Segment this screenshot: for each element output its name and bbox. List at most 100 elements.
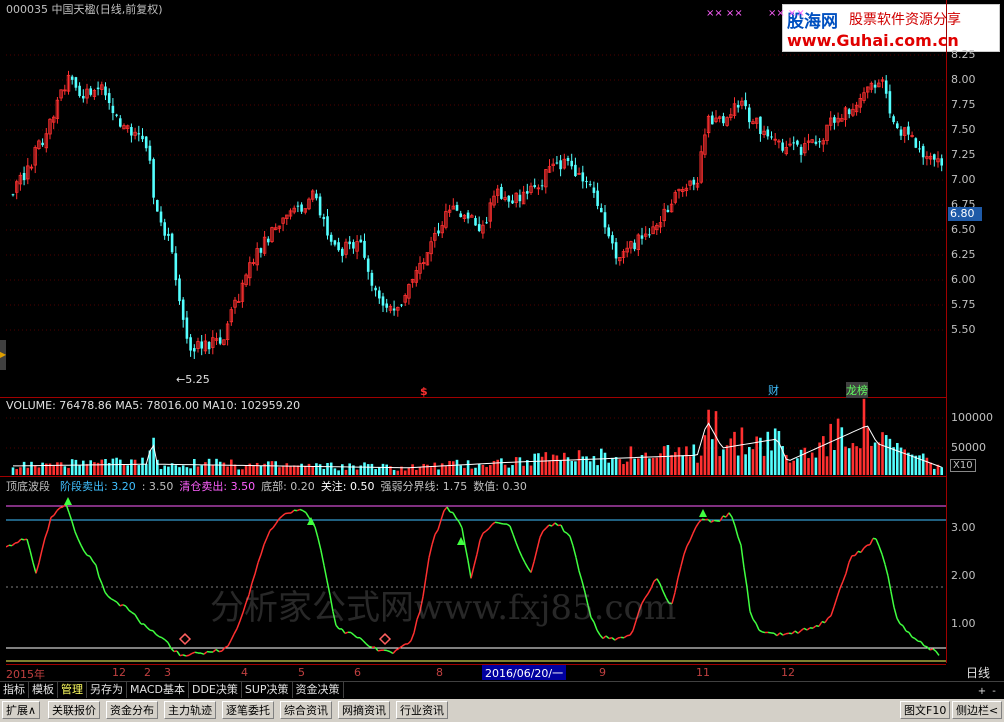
date-axis[interactable]: 2016/06/20/一 2015年 12 2 3 4 5 6 8 9 11 12	[6, 664, 946, 681]
date-axis-label: 9	[599, 666, 606, 679]
volume-bar	[810, 452, 814, 475]
bottom-toolbar-button[interactable]: 扩展∧	[2, 701, 41, 719]
volume-bar	[925, 457, 929, 475]
volume-bar	[289, 465, 292, 475]
volume-bar	[881, 432, 884, 475]
bottom-signal-marker	[378, 632, 392, 646]
volume-bar	[873, 442, 877, 475]
indicator-line-segment	[89, 555, 94, 562]
candle-body	[796, 140, 799, 145]
indicator-line-segment	[860, 547, 865, 553]
candle-body	[207, 341, 211, 350]
indicator-line-segment	[425, 557, 430, 578]
expand-arrow-icon[interactable]: ▶	[0, 350, 6, 359]
indicator-line-segment	[542, 527, 547, 532]
indicator-line-segment	[842, 573, 847, 582]
candle-body	[921, 146, 925, 158]
zoom-out-button[interactable]: -	[988, 686, 1000, 698]
candle-body	[940, 158, 943, 166]
candle-body	[170, 233, 174, 253]
candle-body	[500, 186, 503, 199]
volume-bar	[907, 452, 910, 475]
candle-body	[466, 212, 470, 219]
volume-bar	[822, 436, 825, 475]
volume-bar	[200, 465, 203, 475]
indicator-line-segment	[389, 650, 394, 655]
toolbar-button[interactable]: DDE决策	[189, 682, 242, 698]
candle-body	[296, 205, 300, 207]
indicator-line-segment	[695, 521, 700, 528]
indicator-line-segment	[848, 555, 853, 563]
price-candlestick-chart[interactable]	[6, 0, 946, 397]
volume-bar	[119, 459, 122, 475]
bottom-toolbar-button[interactable]: 网摘资讯	[338, 701, 390, 719]
indicator-axis-label: 1.00	[951, 617, 976, 630]
candle-body	[348, 241, 351, 245]
volume-bar	[651, 457, 655, 475]
volume-bar	[792, 460, 795, 475]
low-price-marker: ←5.25	[176, 373, 210, 386]
candle-body	[533, 185, 536, 188]
volume-bar	[847, 448, 851, 475]
indicator-line-segment	[755, 623, 760, 631]
bottom-toolbar-button[interactable]: 逐笔委托	[222, 701, 274, 719]
volume-bar	[666, 445, 670, 475]
volume-bar	[244, 466, 248, 475]
date-axis-label: 2	[144, 666, 151, 679]
indicator-line-segment	[551, 522, 556, 527]
candle-body	[359, 239, 363, 243]
toolbar-button[interactable]: 模板	[29, 682, 58, 698]
toolbar-button[interactable]: 管理	[58, 682, 87, 698]
bottom-toolbar-button[interactable]: 主力轨迹	[164, 701, 216, 719]
date-axis-label: 3	[164, 666, 171, 679]
volume-bar	[703, 435, 707, 475]
candle-body	[781, 142, 784, 151]
dragon-tiger-marker[interactable]: 龙榜	[846, 382, 868, 398]
finance-marker[interactable]: 财	[768, 382, 779, 398]
bottom-toolbar-button[interactable]: 关联报价	[48, 701, 100, 719]
indicator-line-segment	[281, 513, 286, 517]
indicator-line-segment	[734, 525, 739, 538]
volume-bar	[548, 460, 551, 475]
indicator-line-segment	[746, 587, 751, 612]
volume-bar	[218, 461, 222, 475]
indicator-line-segment	[575, 557, 580, 571]
volume-bar	[489, 465, 492, 475]
f10-info-button[interactable]: 图文F10	[900, 701, 951, 719]
sidebar-toggle-button[interactable]: 侧边栏<	[952, 701, 1003, 719]
volume-bar	[130, 459, 133, 475]
toolbar-button[interactable]: SUP决策	[242, 682, 293, 698]
bottom-toolbar-button[interactable]: 行业资讯	[396, 701, 448, 719]
bottom-toolbar-button[interactable]: 综合资讯	[280, 701, 332, 719]
candle-body	[381, 296, 385, 306]
indicator-line-segment	[869, 538, 874, 545]
indicator-line-segment	[779, 632, 784, 636]
indicator-line-segment	[617, 636, 622, 639]
indicator-line-segment	[905, 630, 910, 634]
candle-body	[892, 116, 895, 123]
right-price-axis[interactable]: 8.25 8.00 7.75 7.50 7.25 7.00 6.75 6.50 6.25 6.00…	[946, 0, 1004, 663]
candle-body	[526, 191, 529, 194]
candle-body	[873, 84, 877, 88]
volume-bar	[825, 456, 829, 475]
current-price-tag: 6.80	[948, 207, 982, 221]
volume-bar	[921, 453, 925, 475]
price-axis-label: 6.00	[951, 273, 976, 286]
date-axis-label: 4	[241, 666, 248, 679]
candle-body	[119, 118, 122, 127]
zoom-in-button[interactable]: +	[976, 686, 988, 698]
toolbar-button[interactable]: 指标	[0, 682, 29, 698]
bottom-toolbar-button[interactable]: 资金分布	[106, 701, 158, 719]
volume-bar	[670, 455, 673, 475]
toolbar-button[interactable]: 另存为	[87, 682, 127, 698]
date-axis-label: 11	[696, 666, 710, 679]
candle-body	[178, 278, 181, 302]
candle-body	[300, 204, 303, 212]
period-label[interactable]: 日线	[966, 664, 990, 681]
toolbar-button[interactable]: 资金决策	[293, 682, 344, 698]
toolbar-button[interactable]: MACD基本	[127, 682, 189, 698]
indicator-value: : 3.50	[141, 480, 174, 493]
dollar-marker[interactable]: $	[420, 385, 428, 398]
indicator-line-segment	[836, 588, 841, 598]
indicator-chart[interactable]	[6, 477, 946, 663]
